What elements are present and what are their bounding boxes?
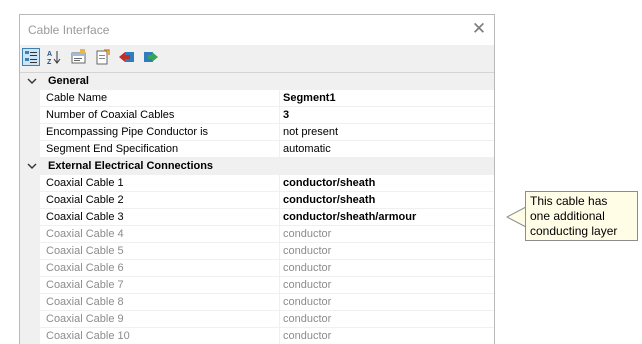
export-button[interactable]: [94, 48, 112, 66]
category-general[interactable]: General: [20, 73, 494, 90]
property-row-encompassing-pipe[interactable]: Encompassing Pipe Conductor is not prese…: [20, 124, 494, 141]
property-value: conductor: [283, 279, 332, 291]
property-row-coaxial-cable-9[interactable]: Coaxial Cable 9 conductor: [20, 311, 494, 328]
alphabetical-view-button[interactable]: A Z: [46, 48, 64, 66]
callout-line-3: conducting layer: [530, 224, 618, 238]
chevron-down-icon[interactable]: [26, 75, 38, 87]
property-name: Coaxial Cable 2: [46, 194, 124, 206]
toolbar: A Z: [20, 45, 494, 71]
property-row-coaxial-cable-8[interactable]: Coaxial Cable 8 conductor: [20, 294, 494, 311]
property-value[interactable]: Segment1: [283, 92, 336, 104]
property-name: Coaxial Cable 5: [46, 245, 124, 257]
property-name: Coaxial Cable 9: [46, 313, 124, 325]
property-value: conductor: [283, 245, 332, 257]
chevron-down-icon[interactable]: [26, 160, 38, 172]
property-value: conductor: [283, 313, 332, 325]
property-name: Coaxial Cable 10: [46, 330, 130, 342]
title-bar: Cable Interface ✕: [20, 15, 494, 45]
property-name: Coaxial Cable 3: [46, 211, 124, 223]
property-row-coaxial-cable-4[interactable]: Coaxial Cable 4 conductor: [20, 226, 494, 243]
property-row-coaxial-cable-1[interactable]: Coaxial Cable 1 conductor/sheath: [20, 175, 494, 192]
property-row-number-of-coaxial-cables[interactable]: Number of Coaxial Cables 3: [20, 107, 494, 124]
property-row-coaxial-cable-7[interactable]: Coaxial Cable 7 conductor: [20, 277, 494, 294]
property-name: Number of Coaxial Cables: [46, 109, 175, 121]
property-value[interactable]: conductor/sheath: [283, 194, 375, 206]
export-icon: [96, 49, 110, 65]
property-value[interactable]: conductor/sheath: [283, 177, 375, 189]
property-row-coaxial-cable-5[interactable]: Coaxial Cable 5 conductor: [20, 243, 494, 260]
alphabetical-sort-icon: A Z: [47, 51, 61, 65]
property-row-segment-end[interactable]: Segment End Specification automatic: [20, 141, 494, 158]
callout-pointer: [506, 206, 527, 228]
close-button[interactable]: ✕: [470, 20, 488, 38]
property-row-coaxial-cable-3[interactable]: Coaxial Cable 3 conductor/sheath/armour: [20, 209, 494, 226]
property-name: Coaxial Cable 6: [46, 262, 124, 274]
property-value: conductor: [283, 296, 332, 308]
category-external-connections[interactable]: External Electrical Connections: [20, 158, 494, 175]
category-label: General: [48, 75, 89, 87]
svg-text:Z: Z: [47, 59, 52, 65]
property-row-coaxial-cable-6[interactable]: Coaxial Cable 6 conductor: [20, 260, 494, 277]
property-value[interactable]: not present: [283, 126, 338, 138]
collapse-icon: [119, 52, 134, 62]
property-value: conductor: [283, 330, 332, 342]
property-value: conductor: [283, 228, 332, 240]
property-row-coaxial-cable-10[interactable]: Coaxial Cable 10 conductor: [20, 328, 494, 344]
cable-interface-window: Cable Interface ✕ A Z General Cable Name…: [19, 14, 495, 344]
property-name: Coaxial Cable 8: [46, 296, 124, 308]
categorized-icon: [25, 51, 37, 63]
property-name: Coaxial Cable 1: [46, 177, 124, 189]
property-name: Coaxial Cable 4: [46, 228, 124, 240]
category-label: External Electrical Connections: [48, 160, 214, 172]
property-name: Encompassing Pipe Conductor is: [46, 126, 209, 138]
property-row-coaxial-cable-2[interactable]: Coaxial Cable 2 conductor/sheath: [20, 192, 494, 209]
categorized-view-button[interactable]: [22, 48, 40, 66]
expand-icon: [144, 52, 158, 62]
property-row-cable-name[interactable]: Cable Name Segment1: [20, 90, 494, 107]
property-name: Cable Name: [46, 92, 108, 104]
property-name: Coaxial Cable 7: [46, 279, 124, 291]
property-value[interactable]: automatic: [283, 143, 331, 155]
property-value[interactable]: conductor/sheath/armour: [283, 211, 416, 223]
callout-line-2: one additional: [530, 209, 605, 223]
property-pages-icon: [71, 49, 86, 64]
callout-note: This cable has one additional conducting…: [525, 191, 638, 241]
callout-line-1: This cable has: [530, 194, 608, 208]
property-value[interactable]: 3: [283, 109, 289, 121]
svg-text:A: A: [47, 51, 52, 58]
property-grid: General Cable Name Segment1 Number of Co…: [20, 72, 494, 344]
property-name: Segment End Specification: [46, 143, 179, 155]
property-pages-button[interactable]: [70, 48, 88, 66]
expand-all-button[interactable]: [142, 48, 160, 66]
window-title: Cable Interface: [28, 23, 110, 37]
collapse-all-button[interactable]: [118, 48, 136, 66]
property-value: conductor: [283, 262, 332, 274]
